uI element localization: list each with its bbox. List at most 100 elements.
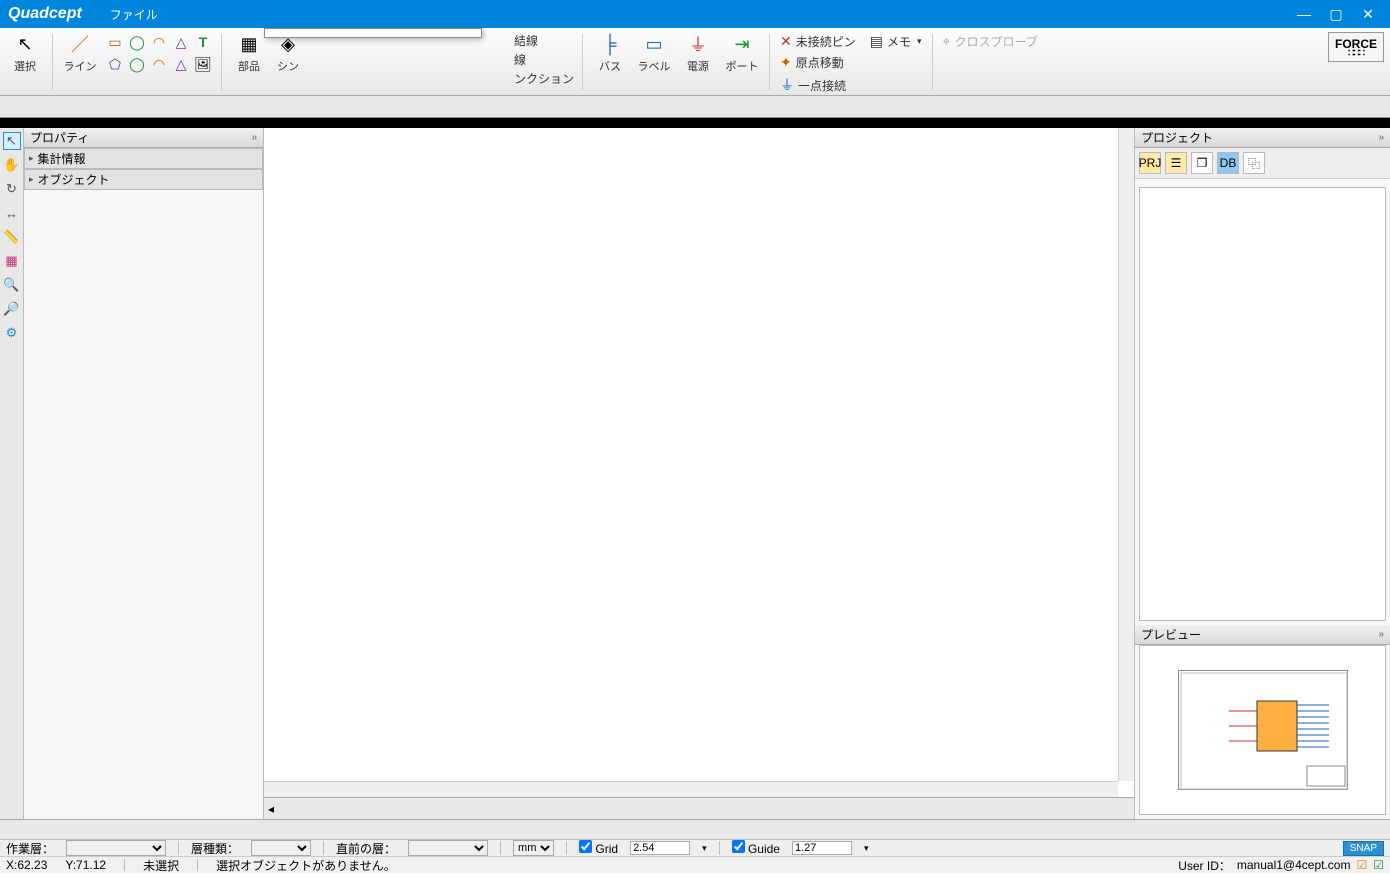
power-tool[interactable]: ⏚ 電源	[679, 32, 717, 74]
snap-button[interactable]: SNAP	[1343, 841, 1384, 856]
coord-x: X:62.23	[6, 858, 47, 872]
db-icon[interactable]: DB	[1217, 152, 1239, 174]
flip-icon[interactable]: ↔	[3, 204, 21, 222]
text-icon[interactable]: T	[193, 32, 213, 52]
bus-tool[interactable]: ╞ バス	[591, 32, 629, 74]
guide-value-input[interactable]	[792, 841, 852, 855]
bottom-tabs	[0, 819, 1390, 839]
left-tool-strip: ↖ ✋ ↻ ↔ 📏 ▦ 🔍 🔎 ⚙	[0, 128, 24, 819]
status-message: 選択オブジェクトがありません。	[216, 857, 396, 874]
cursor-icon: ↖	[13, 32, 37, 56]
status-check2-icon[interactable]: ☑	[1373, 858, 1384, 872]
port-tool[interactable]: ⇥ ポート	[723, 32, 761, 74]
grid-dots-icon: ∷∷∷	[1348, 51, 1364, 57]
layers-icon[interactable]: ❐	[1191, 152, 1213, 174]
bus-icon: ╞	[598, 32, 622, 56]
grid-value-input[interactable]	[630, 841, 690, 855]
right-panels: プロジェクト» PRJ ☰ ❐ DB ⿻ プレビュー»	[1134, 128, 1390, 819]
measure-icon[interactable]: 📏	[3, 228, 21, 246]
project-tree[interactable]	[1139, 187, 1386, 621]
prev-layer-label: 直前の層：	[336, 840, 396, 857]
unit-select[interactable]: mm	[513, 840, 554, 856]
maximize-button[interactable]: ▢	[1322, 6, 1350, 23]
part-tool[interactable]: ▦ 部品	[230, 32, 268, 74]
wire-label: 線	[514, 51, 574, 68]
draw-dropdown-menu	[264, 28, 482, 38]
zoom-in-icon[interactable]: 🔍	[3, 276, 21, 294]
preview-thumbnail	[1178, 670, 1348, 790]
property-panel-header: プロパティ»	[24, 128, 263, 148]
app-title: Quadcept	[8, 5, 82, 23]
gnd-icon: ⏚	[780, 75, 794, 95]
preview-box	[1139, 645, 1386, 815]
rotate-icon[interactable]: ↻	[3, 180, 21, 198]
proj-icon[interactable]: PRJ	[1139, 152, 1161, 174]
horizontal-scrollbar[interactable]	[264, 781, 1118, 797]
doc-tab-scroll-left[interactable]: ◂	[268, 802, 274, 816]
summary-section[interactable]: 集計情報	[24, 148, 263, 169]
arc2-icon[interactable]: ◠	[149, 32, 169, 52]
vertical-scrollbar[interactable]	[1118, 128, 1134, 781]
window-controls: — ▢ ✕	[1290, 6, 1382, 23]
layer-icon[interactable]: ▦	[3, 252, 21, 270]
triangle-icon[interactable]: △	[171, 32, 191, 52]
probe-icon: ⌖	[943, 33, 951, 50]
layer-type-select[interactable]	[251, 840, 311, 856]
select-mode-icon[interactable]: ↖	[3, 132, 21, 150]
close-button[interactable]: ✕	[1354, 6, 1382, 23]
power-icon: ⏚	[686, 32, 710, 56]
ruler-strip	[0, 118, 1390, 128]
origin-move-tool[interactable]: ✦原点移動	[778, 53, 858, 72]
copy-icon[interactable]: ⿻	[1243, 152, 1265, 174]
symbol-tool[interactable]: ◈ シン	[274, 32, 302, 74]
document-tabs: ◂	[264, 797, 1134, 819]
link-label: 結線	[514, 32, 574, 49]
user-id-label: User ID：	[1178, 857, 1231, 874]
minimize-button[interactable]: —	[1290, 6, 1318, 23]
zoom-out-icon[interactable]: 🔎	[3, 300, 21, 318]
guide-checkbox[interactable]: Guide	[732, 840, 780, 856]
circle2-icon[interactable]: ◯	[127, 32, 147, 52]
project-panel-header: プロジェクト»	[1135, 128, 1390, 148]
user-id: manual1@4cept.com	[1237, 858, 1351, 872]
origin-icon: ✦	[780, 54, 792, 71]
shape-tools: ▭ ◯ ◠ △ T ⬠ ◯ ◠ △ 🖼	[105, 32, 213, 74]
line-tool[interactable]: ／ ライン	[61, 32, 99, 74]
iso-tri-icon[interactable]: △	[171, 54, 191, 74]
hand-icon[interactable]: ✋	[3, 156, 21, 174]
work-layer-label: 作業層：	[6, 840, 54, 857]
conn-label: ンクション	[514, 70, 574, 87]
rect-icon[interactable]: ▭	[105, 32, 125, 52]
menu-ファイル[interactable]: ファイル	[100, 2, 168, 27]
status-bar-settings: 作業層： 層種類： 直前の層： mm Grid ▾ Guide ▾ SNAP	[0, 839, 1390, 856]
arc3-icon[interactable]: ◠	[149, 54, 169, 74]
menu-bar: Quadcept ファイル — ▢ ✕	[0, 0, 1390, 28]
property-panel: プロパティ» 集計情報 オブジェクト	[24, 128, 264, 819]
list-icon[interactable]: ☰	[1165, 152, 1187, 174]
coord-y: Y:71.12	[65, 858, 106, 872]
memo-icon: ▤	[870, 33, 883, 50]
label-icon: ▭	[642, 32, 666, 56]
unconnected-pin-tool[interactable]: ✕未接続ピン	[778, 32, 858, 51]
select-tool[interactable]: ↖ 選択	[6, 32, 44, 74]
work-layer-select[interactable]	[66, 840, 166, 856]
object-section[interactable]: オブジェクト	[24, 169, 263, 190]
operation-tabs	[0, 96, 1390, 118]
label-tool[interactable]: ▭ ラベル	[635, 32, 673, 74]
preview-panel-header: プレビュー»	[1135, 625, 1390, 645]
poly-icon[interactable]: ⬠	[105, 54, 125, 74]
settings-icon[interactable]: ⚙	[3, 324, 21, 342]
circle3-icon[interactable]: ◯	[127, 54, 147, 74]
cross-probe-tool[interactable]: ⌖クロスプローブ	[941, 32, 1040, 51]
one-point-tool[interactable]: ⏚一点接続	[778, 74, 858, 96]
port-icon: ⇥	[730, 32, 754, 56]
force-button[interactable]: FORCE ∷∷∷	[1328, 32, 1384, 62]
image-icon[interactable]: 🖼	[193, 54, 213, 74]
status-check1-icon[interactable]: ☑	[1356, 858, 1367, 872]
grid-checkbox[interactable]: Grid	[579, 840, 618, 856]
layer-type-label: 層種類：	[191, 840, 239, 857]
memo-tool[interactable]: ▤メモ▾	[868, 32, 924, 51]
canvas[interactable]: ◂	[264, 128, 1134, 819]
pin-x-icon: ✕	[780, 33, 792, 50]
prev-layer-select[interactable]	[408, 840, 488, 856]
